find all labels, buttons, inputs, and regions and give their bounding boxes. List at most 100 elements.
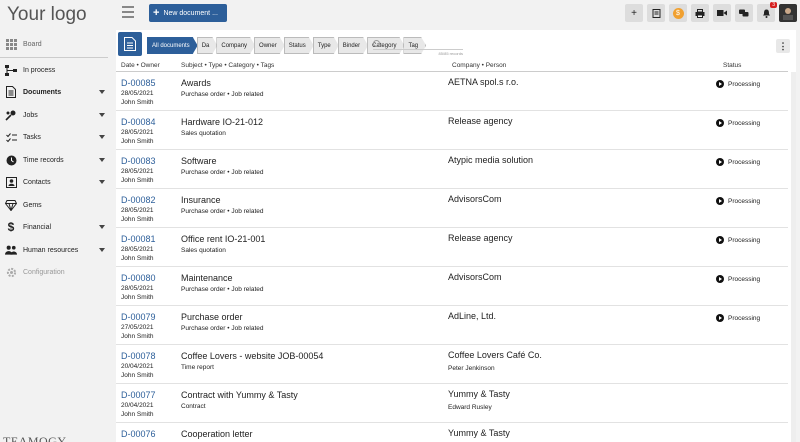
status-badge: Processing [716, 80, 760, 88]
chevron-down-icon[interactable] [99, 248, 105, 252]
table-row[interactable]: D-00081 28/05/2021 John Smith Office ren… [116, 228, 788, 267]
grid-icon [5, 38, 17, 50]
document-icon [5, 86, 17, 98]
column-header-company[interactable]: Company • Person [452, 62, 506, 69]
document-subject: Office rent IO-21-001 [181, 234, 266, 244]
sidebar-item-time-records[interactable]: Time records [0, 150, 112, 170]
search-input[interactable]: 85/85 records [373, 38, 463, 56]
document-id[interactable]: D-00079 [121, 312, 156, 322]
chevron-down-icon[interactable] [99, 90, 105, 94]
document-id[interactable]: D-00081 [121, 234, 156, 244]
add-icon[interactable]: + [625, 4, 643, 22]
chat-icon[interactable] [735, 4, 753, 22]
filter-chip-type[interactable]: Type [313, 37, 339, 54]
document-owner: John Smith [121, 99, 154, 106]
column-header-status[interactable]: Status [723, 62, 741, 69]
document-id[interactable]: D-00084 [121, 117, 156, 127]
column-header-subject[interactable]: Subject • Type • Category • Tags [181, 62, 274, 69]
document-id[interactable]: D-00082 [121, 195, 156, 205]
sidebar-item-contacts[interactable]: Contacts [0, 172, 112, 192]
documents-view-button[interactable] [118, 32, 142, 56]
table-row[interactable]: D-00077 20/04/2021 John Smith Contract w… [116, 384, 788, 423]
document-icon [124, 37, 136, 51]
sidebar-item-jobs[interactable]: Jobs [0, 105, 112, 125]
table-row[interactable]: D-00078 20/04/2021 John Smith Coffee Lov… [116, 345, 788, 384]
status-badge: Processing [716, 158, 760, 166]
play-icon [716, 80, 724, 88]
filter-chip-owner[interactable]: Owner [254, 37, 285, 54]
status-label: Processing [728, 80, 761, 88]
filter-chip-all-documents[interactable]: All documents [147, 37, 198, 54]
avatar[interactable] [779, 4, 797, 22]
document-company: Release agency [448, 116, 513, 126]
filter-chip-status[interactable]: Status [284, 37, 314, 54]
play-icon [716, 275, 724, 283]
chevron-down-icon[interactable] [99, 158, 105, 162]
table-row[interactable]: D-00084 28/05/2021 John Smith Hardware I… [116, 111, 788, 150]
document-company: AdvisorsCom [448, 194, 502, 204]
more-options-icon[interactable]: ⋮ [776, 39, 790, 53]
document-id[interactable]: D-00085 [121, 78, 156, 88]
status-badge: Processing [716, 119, 760, 127]
chevron-down-icon[interactable] [99, 225, 105, 229]
document-id[interactable]: D-00080 [121, 273, 156, 283]
sidebar-item-label: Contacts [23, 178, 51, 186]
sidebar-item-label: Board [23, 40, 42, 48]
document-id[interactable]: D-00076 [121, 429, 156, 439]
status-badge: Processing [716, 197, 760, 205]
table-row[interactable]: D-00079 27/05/2021 John Smith Purchase o… [116, 306, 788, 345]
menu-toggle-icon[interactable] [122, 6, 134, 18]
sidebar-item-tasks[interactable]: Tasks [0, 127, 112, 147]
chevron-down-icon[interactable] [99, 135, 105, 139]
table-row[interactable]: D-00085 28/05/2021 John Smith Awards Pur… [116, 72, 788, 111]
sidebar-item-label: Configuration [23, 268, 65, 276]
table-row[interactable]: D-00082 28/05/2021 John Smith Insurance … [116, 189, 788, 228]
people-icon [5, 244, 17, 256]
video-icon[interactable] [713, 4, 731, 22]
document-owner: John Smith [121, 216, 154, 223]
document-subject: Coffee Lovers - website JOB-00054 [181, 351, 324, 361]
notification-badge: 3 [770, 2, 777, 8]
sidebar-item-human-resources[interactable]: Human resources [0, 240, 112, 260]
new-document-button[interactable]: + New document ... [149, 4, 227, 22]
filter-chip-company[interactable]: Company [216, 37, 255, 54]
document-type: Sales quotation [181, 247, 226, 254]
coin-icon[interactable]: $ [669, 4, 687, 22]
table-row[interactable]: D-00083 28/05/2021 John Smith Software P… [116, 150, 788, 189]
table-row[interactable]: D-00080 28/05/2021 John Smith Maintenanc… [116, 267, 788, 306]
notes-icon[interactable] [647, 4, 665, 22]
sidebar-item-label: Time records [23, 156, 64, 164]
app-logo[interactable]: Your logo [7, 4, 87, 26]
scrollbar[interactable] [791, 72, 796, 442]
sidebar-item-in-process[interactable]: In process [0, 60, 112, 80]
status-label: Processing [728, 197, 761, 205]
sidebar-item-documents[interactable]: Documents [0, 82, 112, 102]
print-icon[interactable] [691, 4, 709, 22]
document-company: Coffee Lovers Café Co. [448, 350, 542, 360]
sidebar-item-configuration[interactable]: Configuration [0, 262, 112, 282]
sidebar-item-gems[interactable]: Gems [0, 195, 112, 215]
table-row[interactable]: D-00076 Cooperation letter Yummy & Tasty [116, 423, 788, 442]
chevron-down-icon[interactable] [99, 180, 105, 184]
document-owner: John Smith [121, 372, 154, 379]
document-owner: John Smith [121, 138, 154, 145]
document-type: Purchase order • Job related [181, 208, 264, 215]
process-icon [5, 64, 17, 76]
column-header-date-owner[interactable]: Date • Owner [121, 62, 160, 69]
filter-chip-date[interactable]: Da [197, 37, 218, 54]
document-id[interactable]: D-00077 [121, 390, 156, 400]
bell-icon[interactable]: 3 [757, 2, 777, 22]
sidebar-item-label: Human resources [23, 246, 79, 254]
filter-chip-binder[interactable]: Binder [338, 37, 368, 54]
document-company: AdvisorsCom [448, 272, 502, 282]
status-label: Processing [728, 158, 761, 166]
status-label: Processing [728, 275, 761, 283]
sidebar-item-board[interactable]: Board [0, 34, 112, 54]
document-company: Yummy & Tasty [448, 389, 510, 399]
document-company: AdLine, Ltd. [448, 311, 497, 321]
contacts-icon [5, 176, 17, 188]
chevron-down-icon[interactable] [99, 113, 105, 117]
document-id[interactable]: D-00078 [121, 351, 156, 361]
sidebar-item-financial[interactable]: $ Financial [0, 217, 112, 237]
document-id[interactable]: D-00083 [121, 156, 156, 166]
